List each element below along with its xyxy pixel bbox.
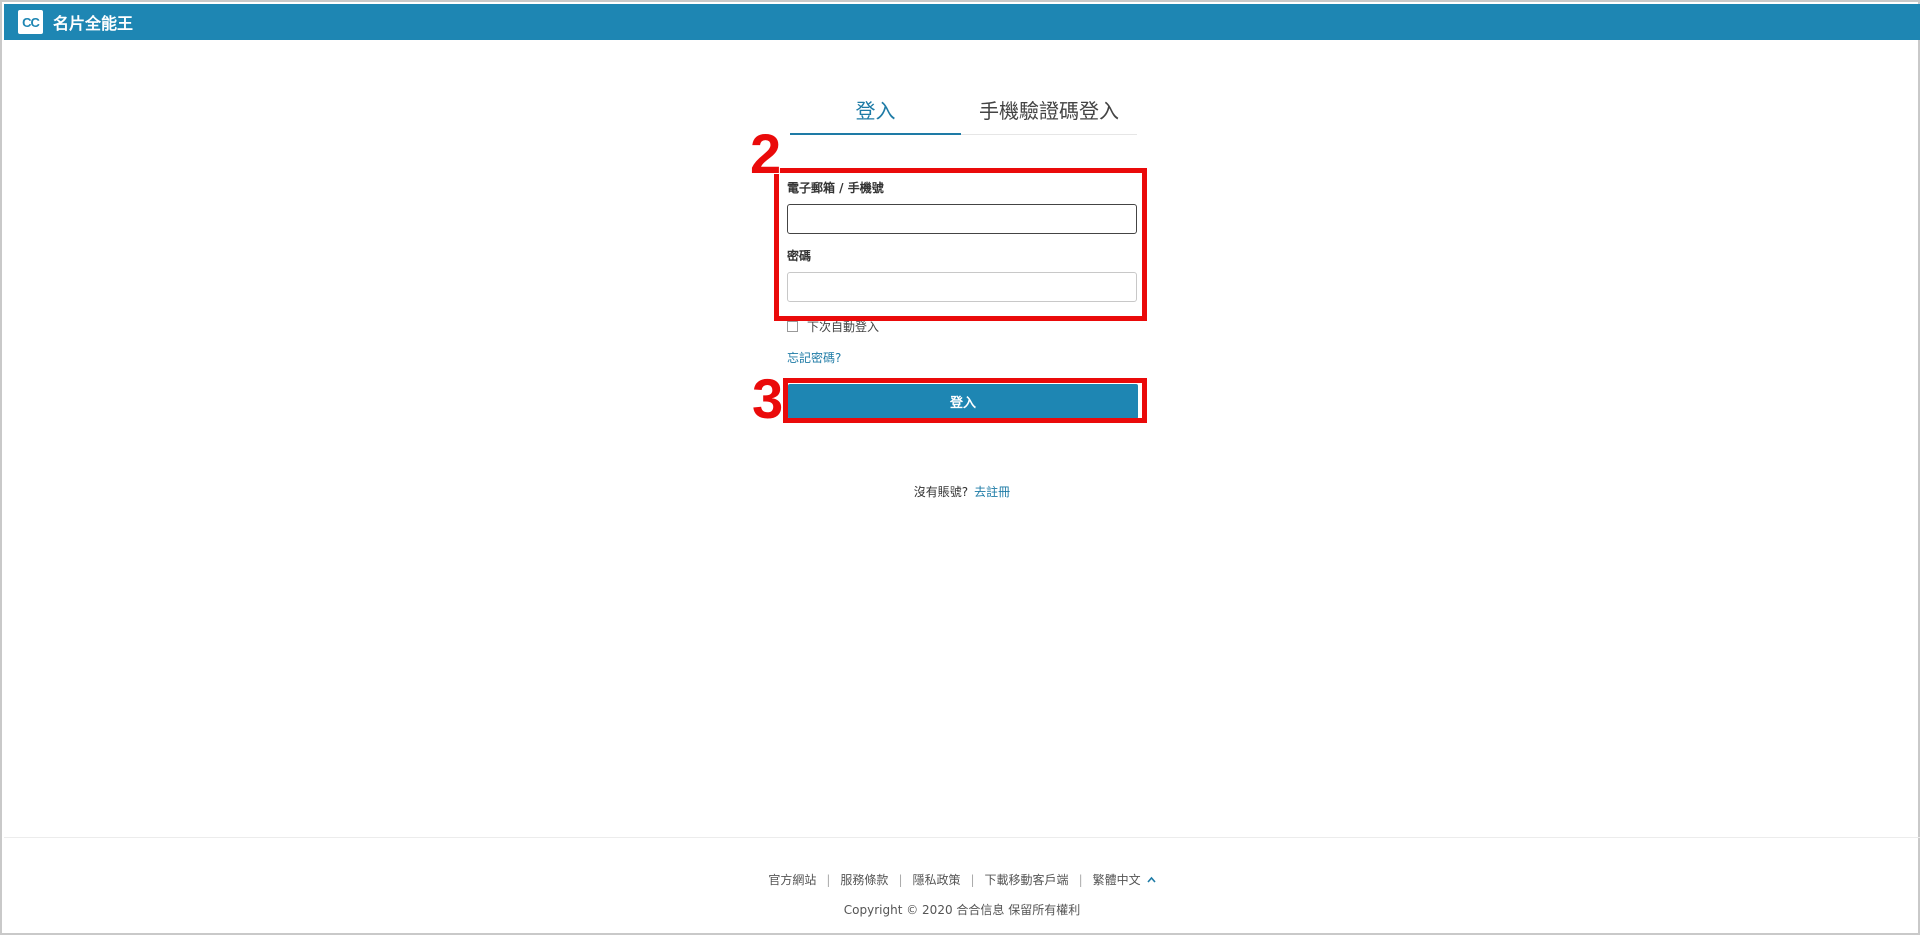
remember-checkbox[interactable] (787, 321, 798, 332)
footer-separator: | (970, 872, 975, 887)
footer-links: 官方網站 | 服務條款 | 隱私政策 | 下載移動客戶端 | 繁體中文 (2, 871, 1920, 888)
account-input[interactable] (787, 204, 1137, 234)
footer-separator: | (1078, 872, 1083, 887)
chevron-up-icon (1147, 873, 1156, 886)
tab-login[interactable]: 登入 (790, 96, 961, 135)
footer-link-privacy[interactable]: 隱私政策 (912, 871, 960, 888)
language-selector[interactable]: 繁體中文 (1093, 871, 1156, 888)
page-frame: CC 名片全能王 登入 手機驗證碼登入 電子郵箱 / 手機號 密碼 下次自動登入… (0, 0, 1920, 935)
login-tabs: 登入 手機驗證碼登入 (790, 96, 1137, 135)
account-label: 電子郵箱 / 手機號 (787, 181, 884, 195)
annotation-number-2: 2 (749, 122, 782, 185)
remember-label: 下次自動登入 (807, 320, 880, 334)
copyright-text: Copyright © 2020 合合信息 保留所有權利 (843, 903, 1081, 917)
register-text: 沒有賬號? (913, 485, 969, 499)
login-button[interactable]: 登入 (788, 384, 1138, 419)
password-input[interactable] (787, 272, 1137, 302)
logo-icon[interactable]: CC (18, 10, 43, 34)
footer-separator: | (898, 872, 903, 887)
annotation-number-3: 3 (751, 367, 784, 430)
register-link[interactable]: 去註冊 (974, 485, 1010, 499)
register-prompt: 沒有賬號? 去註冊 (2, 483, 1920, 500)
footer-link-terms[interactable]: 服務條款 (840, 871, 888, 888)
footer-separator: | (826, 872, 831, 887)
footer-link-download[interactable]: 下載移動客戶端 (985, 871, 1069, 888)
brand-name[interactable]: 名片全能王 (53, 10, 133, 34)
footer-divider (4, 837, 1920, 838)
language-label: 繁體中文 (1092, 873, 1141, 887)
password-label: 密碼 (787, 249, 812, 263)
app-header: CC 名片全能王 (4, 4, 1920, 40)
remember-me[interactable]: 下次自動登入 (787, 318, 879, 335)
tab-sms-login[interactable]: 手機驗證碼登入 (961, 96, 1137, 134)
footer-link-official-site[interactable]: 官方網站 (768, 871, 816, 888)
forgot-password-link[interactable]: 忘記密碼? (787, 349, 841, 366)
